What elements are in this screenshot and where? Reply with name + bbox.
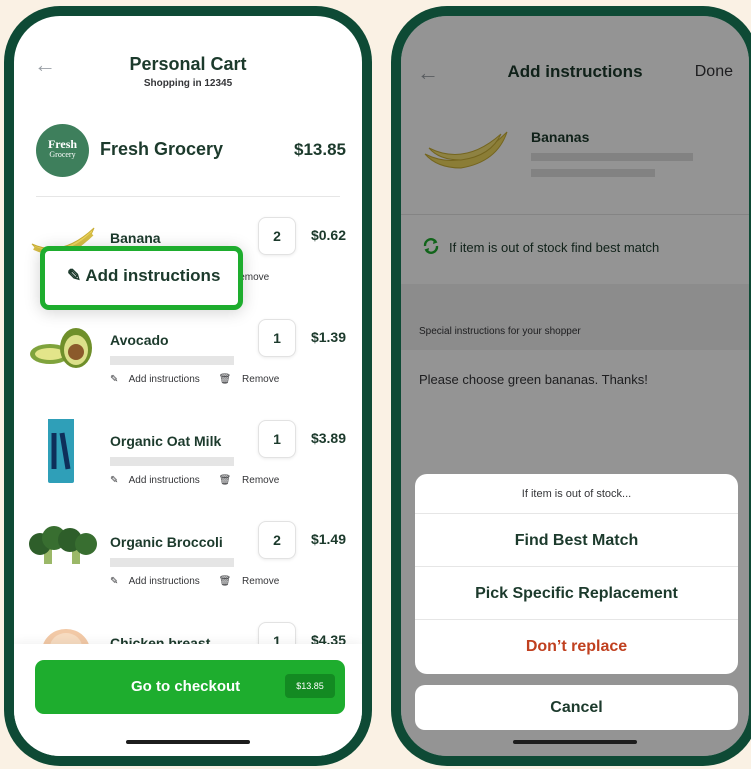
cancel-button[interactable]: Cancel [415, 685, 738, 730]
find-best-match-option[interactable]: Find Best Match [415, 514, 738, 567]
instructions-screen: ← Add instructions Done Bananas If item … [401, 16, 749, 756]
item-price: $0.62 [310, 227, 346, 243]
action-sheet: If item is out of stock... Find Best Mat… [415, 474, 738, 674]
store-logo-line2: Grocery [49, 150, 76, 159]
pencil-icon: ✎ [110, 576, 119, 587]
avocado-image [30, 328, 92, 368]
pencil-icon: ✎ [110, 475, 119, 486]
pencil-icon: ✎ [67, 266, 82, 285]
phone-frame-cart: ← Personal Cart Shopping in 12345 Fresh … [4, 6, 372, 766]
page-title: Personal Cart [129, 54, 247, 74]
cart-item-broccoli: Organic Broccoli 2 $1.49 ✎ Add instructi… [14, 521, 362, 634]
pencil-icon: ✎ [110, 374, 119, 385]
placeholder-bar [110, 558, 234, 567]
quantity-selector[interactable]: 2 [258, 521, 296, 559]
placeholder-bar [110, 457, 234, 466]
cart-screen: ← Personal Cart Shopping in 12345 Fresh … [14, 16, 362, 756]
add-instructions-label: Add instructions [128, 475, 200, 486]
add-instructions-label: Add instructions [128, 576, 200, 587]
store-name: Fresh Grocery [100, 139, 224, 159]
placeholder-bar [110, 356, 234, 365]
add-instructions-link[interactable]: ✎ Add instructions [110, 374, 208, 385]
item-price: $1.39 [310, 329, 346, 345]
remove-link[interactable]: 🗑 Remove [219, 475, 288, 486]
add-instructions-link[interactable]: ✎ Add instructions [110, 475, 208, 486]
dont-replace-option[interactable]: Don’t replace [415, 620, 738, 673]
checkout-amount: $13.85 [285, 674, 335, 698]
item-price: $1.49 [310, 531, 346, 547]
item-price: $3.89 [310, 430, 346, 446]
add-instructions-highlight[interactable]: ✎ Add instructions [40, 246, 243, 310]
divider [36, 196, 340, 197]
remove-link[interactable]: 🗑 Remove [219, 576, 288, 587]
add-instructions-link[interactable]: ✎ Add instructions [110, 576, 208, 587]
checkout-button[interactable]: Go to checkout $13.85 [35, 660, 345, 714]
home-indicator [513, 740, 637, 744]
oat-milk-image [48, 411, 74, 483]
add-instructions-label: Add instructions [128, 374, 200, 385]
store-total: $13.85 [294, 140, 346, 159]
item-name: Organic Oat Milk [110, 433, 222, 449]
trash-icon: 🗑 [218, 374, 232, 385]
item-name: Avocado [110, 332, 169, 348]
broccoli-image [29, 526, 97, 564]
item-actions: ✎ Add instructions 🗑 Remove [110, 576, 295, 587]
home-indicator [126, 740, 250, 744]
trash-icon: 🗑 [218, 475, 232, 486]
trash-icon: 🗑 [218, 576, 232, 587]
quantity-selector[interactable]: 1 [258, 420, 296, 458]
remove-label: Remove [242, 576, 280, 587]
item-name: Banana [110, 230, 161, 246]
remove-link[interactable]: 🗑 Remove [219, 374, 288, 385]
quantity-selector[interactable]: 1 [258, 319, 296, 357]
store-logo: Fresh Grocery [36, 124, 89, 177]
phone-frame-instructions: ← Add instructions Done Bananas If item … [391, 6, 751, 766]
item-name: Organic Broccoli [110, 534, 223, 550]
cart-item-oat-milk: Organic Oat Milk 1 $3.89 ✎ Add instructi… [14, 411, 362, 533]
checkout-label: Go to checkout [131, 678, 241, 695]
remove-label: Remove [242, 475, 280, 486]
quantity-selector[interactable]: 2 [258, 217, 296, 255]
add-instructions-label: Add instructions [85, 266, 221, 285]
pick-specific-replacement-option[interactable]: Pick Specific Replacement [415, 567, 738, 620]
item-actions: ✎ Add instructions 🗑 Remove [110, 475, 295, 486]
action-sheet-title: If item is out of stock... [415, 474, 738, 514]
item-actions: ✎ Add instructions 🗑 Remove [110, 374, 295, 385]
remove-label: Remove [242, 374, 280, 385]
shopping-location: Shopping in 12345 [143, 78, 233, 89]
store-logo-line1: Fresh [47, 137, 78, 151]
